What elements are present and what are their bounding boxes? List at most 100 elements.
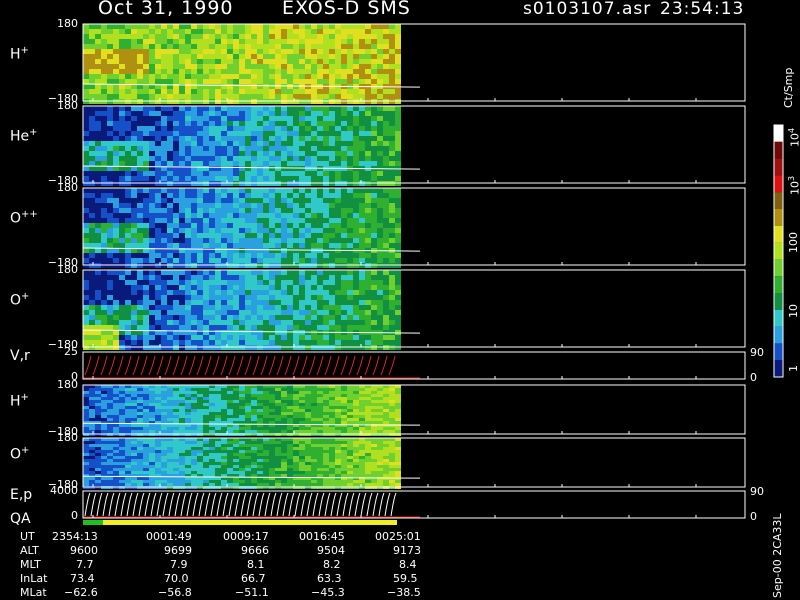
heatmap-cell: [305, 188, 311, 193]
heatmap-cell: [227, 456, 233, 459]
heatmap-cell: [113, 290, 119, 295]
heatmap-cell: [245, 34, 251, 39]
heatmap-cell: [233, 106, 239, 111]
heatmap-cell: [395, 39, 401, 44]
heatmap-cell: [383, 394, 389, 397]
heatmap-cell: [215, 462, 221, 465]
heatmap-cell: [287, 285, 293, 290]
heatmap-cell: [395, 116, 401, 121]
heatmap-cell: [89, 430, 95, 433]
heatmap-cell: [179, 213, 185, 218]
heatmap-cell: [161, 444, 167, 447]
heatmap-cell: [191, 106, 197, 111]
heatmap-cell: [143, 483, 149, 486]
heatmap-cell: [185, 415, 191, 418]
heatmap-cell: [149, 54, 155, 59]
heatmap-cell: [263, 126, 269, 131]
heatmap-cell: [119, 106, 125, 111]
heatmap-cell: [107, 243, 113, 248]
heatmap-cell: [317, 280, 323, 285]
heatmap-cell: [245, 106, 251, 111]
heatmap-cell: [263, 156, 269, 161]
heatmap-cell: [215, 483, 221, 486]
heatmap-cell: [107, 176, 113, 181]
heatmap-cell: [245, 320, 251, 325]
heatmap-cell: [83, 176, 89, 181]
heatmap-cell: [185, 131, 191, 136]
heatmap-cell: [239, 166, 245, 171]
heatmap-cell: [83, 340, 89, 345]
heatmap-cell: [329, 74, 335, 79]
heatmap-cell: [191, 310, 197, 315]
heatmap-cell: [311, 400, 317, 403]
heatmap-cell: [275, 320, 281, 325]
heatmap-cell: [353, 300, 359, 305]
heatmap-cell: [167, 465, 173, 468]
heatmap-cell: [293, 24, 299, 29]
heatmap-cell: [287, 171, 293, 176]
heatmap-cell: [215, 59, 221, 64]
heatmap-cell: [131, 406, 137, 409]
heatmap-cell: [383, 243, 389, 248]
heatmap-cell: [347, 116, 353, 121]
heatmap-cell: [299, 79, 305, 84]
heatmap-cell: [341, 280, 347, 285]
heatmap-cell: [305, 285, 311, 290]
heatmap-cell: [173, 193, 179, 198]
heatmap-cell: [329, 188, 335, 193]
heatmap-cell: [197, 49, 203, 54]
heatmap-cell: [143, 468, 149, 471]
heatmap-cell: [317, 171, 323, 176]
heatmap-cell: [395, 238, 401, 243]
heatmap-cell: [323, 290, 329, 295]
heatmap-cell: [143, 300, 149, 305]
heatmap-cell: [107, 465, 113, 468]
heatmap-cell: [311, 295, 317, 300]
heatmap-cell: [317, 39, 323, 44]
heatmap-cell: [155, 208, 161, 213]
heatmap-cell: [329, 310, 335, 315]
heatmap-cell: [257, 121, 263, 126]
heatmap-cell: [311, 171, 317, 176]
heatmap-cell: [143, 228, 149, 233]
heatmap-cell: [245, 203, 251, 208]
heatmap-cell: [317, 412, 323, 415]
heatmap-cell: [287, 243, 293, 248]
heatmap-cell: [383, 161, 389, 166]
heatmap-cell: [275, 258, 281, 263]
heatmap-cell: [269, 176, 275, 181]
heatmap-cell: [185, 161, 191, 166]
heatmap-cell: [221, 69, 227, 74]
heatmap-cell: [377, 320, 383, 325]
heatmap-cell: [395, 193, 401, 198]
heatmap-cell: [101, 441, 107, 444]
heatmap-cell: [119, 193, 125, 198]
heatmap-cell: [377, 430, 383, 433]
heatmap-cell: [215, 456, 221, 459]
heatmap-cell: [329, 213, 335, 218]
heatmap-cell: [173, 335, 179, 340]
heatmap-cell: [185, 126, 191, 131]
heatmap-cell: [113, 176, 119, 181]
heatmap-cell: [323, 69, 329, 74]
heatmap-cell: [215, 141, 221, 146]
heatmap-cell: [263, 106, 269, 111]
heatmap-cell: [341, 208, 347, 213]
heatmap-cell: [347, 131, 353, 136]
heatmap-cell: [263, 406, 269, 409]
heatmap-cell: [95, 54, 101, 59]
heatmap-cell: [227, 397, 233, 400]
heatmap-cell: [239, 126, 245, 131]
heatmap-cell: [221, 471, 227, 474]
heatmap-cell: [179, 459, 185, 462]
heatmap-cell: [215, 44, 221, 49]
heatmap-cell: [137, 176, 143, 181]
heatmap-cell: [119, 394, 125, 397]
heatmap-cell: [305, 121, 311, 126]
heatmap-cell: [239, 39, 245, 44]
heatmap-cell: [383, 116, 389, 121]
heatmap-cell: [227, 151, 233, 156]
heatmap-cell: [257, 89, 263, 94]
heatmap-cell: [161, 151, 167, 156]
heatmap-cell: [293, 116, 299, 121]
